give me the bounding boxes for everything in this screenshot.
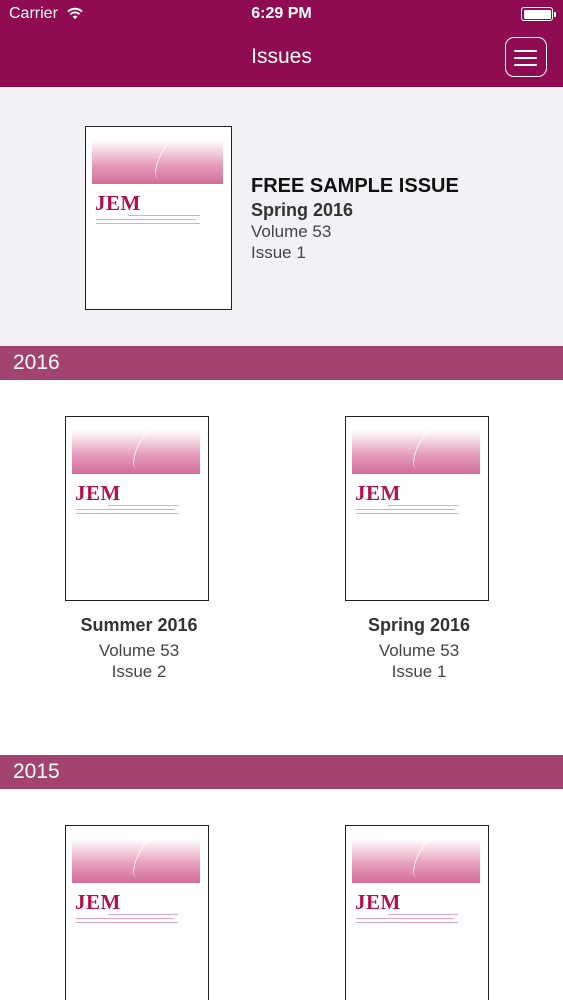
menu-button[interactable] (505, 37, 547, 77)
issue-season: Spring 2016 (251, 200, 354, 220)
issue-volume: Volume 53 (98, 641, 180, 660)
status-time: 6:29 PM (251, 5, 312, 22)
free-sample-label: FREE SAMPLE ISSUE (251, 175, 459, 197)
issue-caption[interactable]: Summer 2016 Volume 53 Issue 2 (9, 615, 269, 682)
issue-cover[interactable]: JEM (65, 825, 209, 1000)
issue-volume: Volume 53 (378, 641, 460, 660)
hamburger-menu-icon (514, 50, 537, 52)
issue-season: Summer 2016 (80, 615, 198, 635)
issue-number: Issue 1 (251, 243, 306, 262)
navigation-bar: Carrier 6:29 PM Issues (0, 0, 563, 87)
status-bar: Carrier 6:29 PM (0, 0, 563, 30)
issue-number: Issue 1 (391, 662, 447, 681)
issue-caption[interactable]: Spring 2016 Volume 53 Issue 1 (289, 615, 549, 682)
issue-season: Spring 2016 (367, 615, 471, 635)
cover-logo: JEM (355, 890, 401, 914)
issue-number: Issue 2 (111, 662, 167, 681)
cover-logo: JEM (95, 191, 141, 215)
issue-volume: Volume 53 (251, 222, 332, 241)
issue-cover[interactable]: JEM (345, 825, 489, 1000)
year-header-2015: 2015 (0, 755, 563, 789)
cover-logo: JEM (355, 481, 401, 505)
cover-logo: JEM (75, 481, 121, 505)
battery-icon (521, 7, 556, 21)
page-title: Issues (251, 45, 312, 68)
featured-issue[interactable]: JEM FREE SAMPLE ISSUE Spring 2016 Volume… (0, 87, 563, 346)
issue-cover[interactable]: JEM (345, 416, 489, 601)
featured-details: FREE SAMPLE ISSUE Spring 2016 Volume 53 … (251, 175, 459, 263)
cover-logo: JEM (75, 890, 121, 914)
year-header-2016: 2016 (0, 346, 563, 380)
issue-cover[interactable]: JEM (85, 126, 232, 310)
issue-cover[interactable]: JEM (65, 416, 209, 601)
